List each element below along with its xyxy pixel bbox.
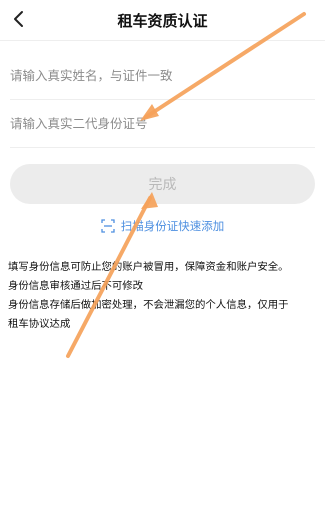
identity-verification-page: 租车资质认证 完成 扫描身份证快速添加 填写身份信息可防止您的账户被冒用，保障资… bbox=[0, 0, 325, 507]
note-line: 填写身份信息可防止您的账户被冒用，保障资金和账户安全。 bbox=[8, 261, 289, 273]
name-field bbox=[10, 52, 315, 100]
header-bar: 租车资质认证 bbox=[0, 0, 325, 40]
scan-id-link[interactable]: 扫描身份证快速添加 bbox=[0, 218, 325, 234]
notes-block: 填写身份信息可防止您的账户被冒用，保障资金和账户安全。 身份信息审核通过后不可修… bbox=[8, 258, 320, 334]
submit-button[interactable]: 完成 bbox=[10, 164, 315, 204]
page-title: 租车资质认证 bbox=[117, 12, 208, 30]
id-number-field bbox=[10, 100, 315, 148]
scan-icon bbox=[101, 219, 115, 233]
note-line: 身份信息审核通过后不可修改 bbox=[8, 280, 144, 292]
scan-label: 扫描身份证快速添加 bbox=[120, 219, 225, 233]
note-line: 租车协议达成 bbox=[8, 318, 71, 330]
name-input[interactable] bbox=[10, 68, 315, 83]
note-line: 身份信息存储后做加密处理，不会泄漏您的个人信息，仅用于 bbox=[8, 299, 289, 311]
id-number-input[interactable] bbox=[10, 116, 315, 131]
header-divider bbox=[0, 40, 325, 41]
